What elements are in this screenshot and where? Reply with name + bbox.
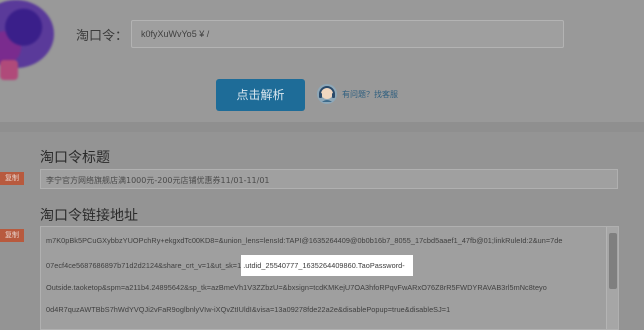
avatar <box>0 0 54 68</box>
scrollbar[interactable] <box>606 227 618 329</box>
parse-button[interactable]: 点击解析 <box>216 79 305 111</box>
copy-title-button[interactable]: 复制 <box>0 172 24 185</box>
link-line: Outside.taoketop&spm=a211b4.24895642&sp_… <box>46 283 547 292</box>
highlighted-text: .utdid_25540777_1635264409860.TaoPasswor… <box>241 255 413 276</box>
copy-link-button[interactable]: 复制 <box>0 229 24 242</box>
link-text: 07ecf4ce5687686897b71d2d2124&share_crt_v… <box>46 261 242 270</box>
link-line: m7K0pBk5PCuGXybbzYUOPchRy+ekgxdTc00KD8=&… <box>46 236 563 245</box>
taokouling-label: 淘口令： <box>76 29 129 44</box>
customer-service-icon[interactable] <box>316 83 338 105</box>
scroll-thumb[interactable] <box>609 233 617 289</box>
avatar-decoration <box>0 60 18 80</box>
parser-card: 淘口令： k0fyXuWvYo5 ¥ / 点击解析 有问题？找客服 <box>0 0 644 122</box>
taokouling-input[interactable]: k0fyXuWvYo5 ¥ / <box>131 20 564 48</box>
link-heading: 淘口令链接地址 <box>40 208 138 224</box>
link-line: 07ecf4ce5687686897b71d2d2124&share_crt_v… <box>46 255 413 276</box>
help-link[interactable]: 有问题？找客服 <box>342 89 398 100</box>
link-textarea[interactable]: m7K0pBk5PCuGXybbzYUOPchRy+ekgxdTc00KD8=&… <box>40 226 619 330</box>
title-heading: 淘口令标题 <box>40 150 110 166</box>
link-line: 0d4R7quzAWTBbS7hWdYVQJi2vFaR9oglbnlyVIw-… <box>46 305 451 314</box>
title-value-box: 李宁官方网络旗舰店满1000元-200元店铺优惠券11/01-11/01 <box>40 169 618 189</box>
